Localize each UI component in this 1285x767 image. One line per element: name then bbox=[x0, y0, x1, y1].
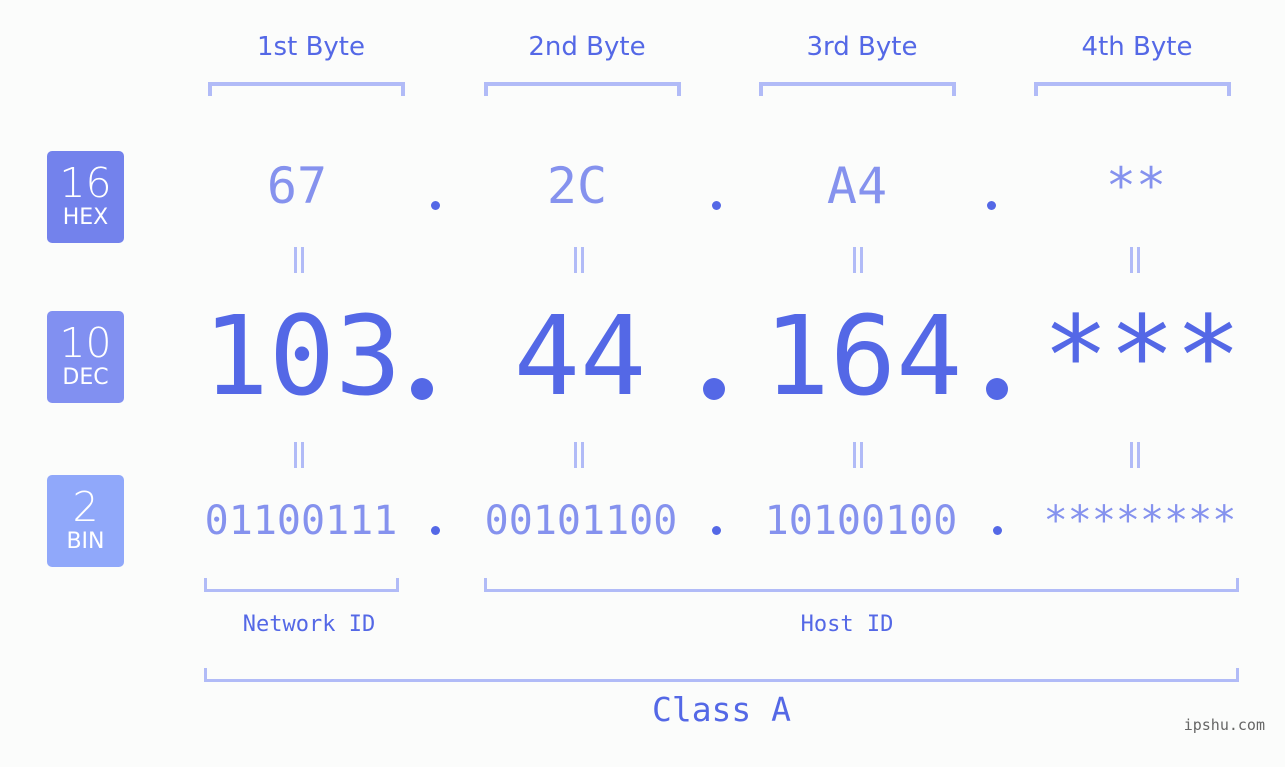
bin-value-2: 00101100 bbox=[484, 498, 678, 544]
hex-separator-dot-1 bbox=[431, 201, 440, 210]
hex-badge-label: HEX bbox=[62, 205, 109, 230]
bin-separator-dot-2 bbox=[712, 526, 721, 535]
hex-value-4: ** bbox=[1105, 157, 1167, 215]
host-id-bracket bbox=[484, 578, 1239, 592]
byte-label-3: 3rd Byte bbox=[806, 32, 918, 62]
bin-badge-number: 2 bbox=[72, 483, 99, 531]
dec-separator-dot-2 bbox=[703, 378, 725, 400]
ip-class-label: Class A bbox=[651, 690, 792, 729]
dec-value-4: *** bbox=[1042, 292, 1242, 420]
equals-icon bbox=[572, 247, 586, 273]
byte-label-2: 2nd Byte bbox=[528, 32, 646, 62]
byte-bracket-3 bbox=[759, 82, 956, 96]
hex-value-2: 2C bbox=[546, 157, 608, 215]
hex-separator-dot-2 bbox=[712, 201, 721, 210]
byte-bracket-2 bbox=[484, 82, 681, 96]
equals-icon bbox=[1128, 442, 1142, 468]
bin-separator-dot-1 bbox=[431, 526, 440, 535]
bin-value-1: 01100111 bbox=[204, 498, 398, 544]
host-id-label: Host ID bbox=[800, 612, 894, 637]
hex-separator-dot-3 bbox=[987, 201, 996, 210]
hex-value-1: 67 bbox=[266, 157, 328, 215]
equals-icon bbox=[292, 442, 306, 468]
dec-value-3: 164 bbox=[763, 292, 963, 420]
equals-icon bbox=[851, 247, 865, 273]
dec-value-2: 44 bbox=[513, 292, 647, 420]
network-id-label: Network ID bbox=[242, 612, 376, 637]
dec-badge: 10 DEC bbox=[47, 311, 124, 403]
dec-value-1: 103 bbox=[202, 292, 402, 420]
bin-badge-label: BIN bbox=[66, 529, 105, 554]
byte-bracket-4 bbox=[1034, 82, 1231, 96]
dec-separator-dot-3 bbox=[986, 378, 1008, 400]
watermark: ipshu.com bbox=[1183, 716, 1265, 734]
dec-separator-dot-1 bbox=[411, 378, 433, 400]
hex-value-3: A4 bbox=[826, 157, 888, 215]
equals-icon bbox=[572, 442, 586, 468]
bin-value-3: 10100100 bbox=[764, 498, 958, 544]
bin-badge: 2 BIN bbox=[47, 475, 124, 567]
hex-badge: 16 HEX bbox=[47, 151, 124, 243]
hex-badge-number: 16 bbox=[59, 159, 112, 207]
class-bracket bbox=[204, 668, 1239, 682]
equals-icon bbox=[851, 442, 865, 468]
equals-icon bbox=[1128, 247, 1142, 273]
dec-badge-number: 10 bbox=[59, 319, 112, 367]
network-id-bracket bbox=[204, 578, 399, 592]
byte-label-4: 4th Byte bbox=[1081, 32, 1193, 62]
dec-badge-label: DEC bbox=[62, 365, 109, 390]
byte-bracket-1 bbox=[208, 82, 405, 96]
bin-separator-dot-3 bbox=[993, 526, 1002, 535]
bin-value-4: ******** bbox=[1043, 498, 1237, 544]
byte-label-1: 1st Byte bbox=[257, 32, 365, 62]
equals-icon bbox=[292, 247, 306, 273]
